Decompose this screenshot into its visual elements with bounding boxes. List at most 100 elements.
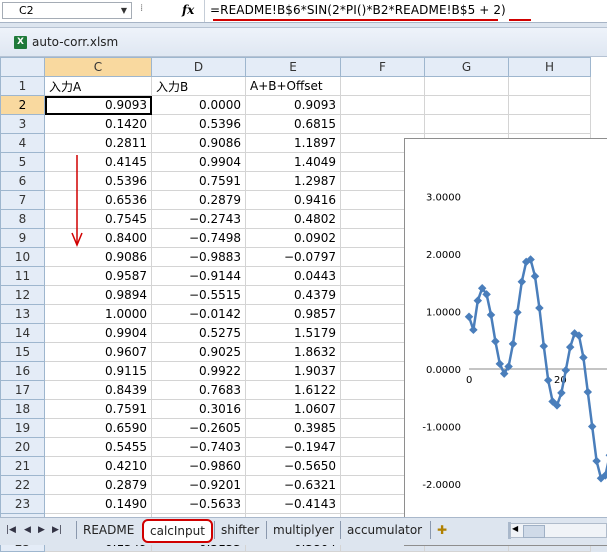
cell-e17[interactable]: 1.6122 (245, 380, 341, 400)
cell-e22[interactable]: −0.6321 (245, 475, 341, 495)
cell-d8[interactable]: −0.2743 (151, 209, 246, 229)
cell-d13[interactable]: −0.0142 (151, 304, 246, 324)
first-sheet-icon[interactable]: |◀ (6, 525, 16, 535)
select-all-corner[interactable] (0, 57, 45, 77)
row-header[interactable]: 13 (0, 304, 45, 324)
cell-e15[interactable]: 1.8632 (245, 342, 341, 362)
tab-calcinput[interactable]: calcInput (142, 519, 213, 543)
row-header[interactable]: 23 (0, 494, 45, 514)
cell-h2[interactable] (508, 95, 591, 115)
cell-f3[interactable] (340, 114, 425, 134)
cell-d1[interactable]: 入力B (151, 76, 246, 96)
cell-e7[interactable]: 0.9416 (245, 190, 341, 210)
cell-e4[interactable]: 1.1897 (245, 133, 341, 153)
column-header-f[interactable]: F (340, 57, 425, 77)
tab-multiplyer[interactable]: multiplyer (266, 521, 340, 539)
cell-e5[interactable]: 1.4049 (245, 152, 341, 172)
cell-d10[interactable]: −0.9883 (151, 247, 246, 267)
cell-e8[interactable]: 0.4802 (245, 209, 341, 229)
cell-c16[interactable]: 0.9115 (44, 361, 152, 381)
horizontal-scrollbar[interactable]: ◀ (510, 523, 607, 538)
row-header[interactable]: 17 (0, 380, 45, 400)
row-header[interactable]: 8 (0, 209, 45, 229)
column-header-c[interactable]: C (44, 57, 152, 77)
cell-d9[interactable]: −0.7498 (151, 228, 246, 248)
cell-c20[interactable]: 0.5455 (44, 437, 152, 457)
row-header[interactable]: 6 (0, 171, 45, 191)
cell-c10[interactable]: 0.9086 (44, 247, 152, 267)
cell-d23[interactable]: −0.5633 (151, 494, 246, 514)
cell-c6[interactable]: 0.5396 (44, 171, 152, 191)
cell-e2[interactable]: 0.9093 (245, 95, 341, 115)
cell-c17[interactable]: 0.8439 (44, 380, 152, 400)
prev-sheet-icon[interactable]: ◀ (24, 525, 31, 535)
cell-c22[interactable]: 0.2879 (44, 475, 152, 495)
cell-c21[interactable]: 0.4210 (44, 456, 152, 476)
column-header-e[interactable]: E (245, 57, 341, 77)
cell-c7[interactable]: 0.6536 (44, 190, 152, 210)
cell-f2[interactable] (340, 95, 425, 115)
chart[interactable]: 3.0000 2.0000 1.0000 0.0000 -1.0000 -2.0000 0 2… (404, 138, 607, 546)
cell-c12[interactable]: 0.9894 (44, 285, 152, 305)
cell-e3[interactable]: 0.6815 (245, 114, 341, 134)
cell-e21[interactable]: −0.5650 (245, 456, 341, 476)
cell-c3[interactable]: 0.1420 (44, 114, 152, 134)
cell-e6[interactable]: 1.2987 (245, 171, 341, 191)
cell-d20[interactable]: −0.7403 (151, 437, 246, 457)
cell-f1[interactable] (340, 76, 425, 96)
row-header[interactable]: 11 (0, 266, 45, 286)
cell-c23[interactable]: 0.1490 (44, 494, 152, 514)
cell-c1[interactable]: 入力A (44, 76, 152, 96)
cell-d18[interactable]: 0.3016 (151, 399, 246, 419)
cell-c19[interactable]: 0.6590 (44, 418, 152, 438)
cell-e9[interactable]: 0.0902 (245, 228, 341, 248)
cell-d19[interactable]: −0.2605 (151, 418, 246, 438)
row-header[interactable]: 9 (0, 228, 45, 248)
cell-d4[interactable]: 0.9086 (151, 133, 246, 153)
row-header[interactable]: 16 (0, 361, 45, 381)
row-header[interactable]: 1 (0, 76, 45, 96)
cell-d3[interactable]: 0.5396 (151, 114, 246, 134)
column-header-d[interactable]: D (151, 57, 246, 77)
row-header[interactable]: 5 (0, 152, 45, 172)
cell-c8[interactable]: 0.7545 (44, 209, 152, 229)
cell-e12[interactable]: 0.4379 (245, 285, 341, 305)
row-header[interactable]: 2 (0, 95, 45, 115)
tab-readme[interactable]: README (76, 521, 140, 539)
last-sheet-icon[interactable]: ▶| (52, 525, 62, 535)
row-header[interactable]: 20 (0, 437, 45, 457)
row-header[interactable]: 21 (0, 456, 45, 476)
cell-g3[interactable] (424, 114, 509, 134)
name-box[interactable]: C2 ▼ (2, 2, 132, 19)
cell-c2[interactable]: 0.9093 (44, 95, 152, 115)
column-header-h[interactable]: H (508, 57, 591, 77)
chevron-down-icon[interactable]: ▼ (121, 3, 127, 18)
cell-g2[interactable] (424, 95, 509, 115)
cell-c11[interactable]: 0.9587 (44, 266, 152, 286)
row-header[interactable]: 14 (0, 323, 45, 343)
cell-d6[interactable]: 0.7591 (151, 171, 246, 191)
cell-d14[interactable]: 0.5275 (151, 323, 246, 343)
cell-e18[interactable]: 1.0607 (245, 399, 341, 419)
cell-c15[interactable]: 0.9607 (44, 342, 152, 362)
row-header[interactable]: 10 (0, 247, 45, 267)
row-header[interactable]: 18 (0, 399, 45, 419)
tab-shifter[interactable]: shifter (214, 521, 265, 539)
cell-c14[interactable]: 0.9904 (44, 323, 152, 343)
cell-d11[interactable]: −0.9144 (151, 266, 246, 286)
fx-icon[interactable]: fx (182, 3, 194, 17)
cell-e16[interactable]: 1.9037 (245, 361, 341, 381)
row-header[interactable]: 22 (0, 475, 45, 495)
cell-d16[interactable]: 0.9922 (151, 361, 246, 381)
cell-d2[interactable]: 0.0000 (151, 95, 246, 115)
cell-e11[interactable]: 0.0443 (245, 266, 341, 286)
row-header[interactable]: 3 (0, 114, 45, 134)
cell-e14[interactable]: 1.5179 (245, 323, 341, 343)
next-sheet-icon[interactable]: ▶ (38, 525, 45, 535)
cell-e10[interactable]: −0.0797 (245, 247, 341, 267)
cell-d7[interactable]: 0.2879 (151, 190, 246, 210)
cell-c9[interactable]: 0.8400 (44, 228, 152, 248)
cell-e1[interactable]: A+B+Offset (245, 76, 341, 96)
insert-sheet-icon[interactable]: ✚ (430, 521, 453, 539)
cell-e20[interactable]: −0.1947 (245, 437, 341, 457)
